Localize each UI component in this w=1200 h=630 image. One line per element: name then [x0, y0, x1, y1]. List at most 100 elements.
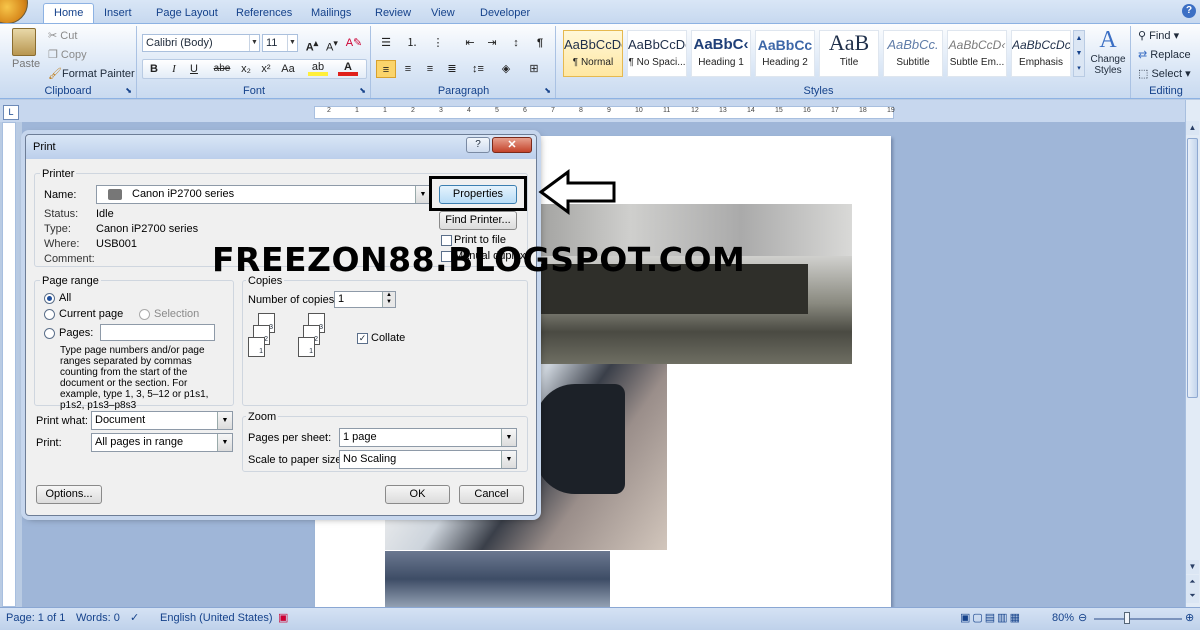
- superscript-button[interactable]: x²: [256, 60, 276, 78]
- zoom-slider-thumb[interactable]: [1124, 612, 1130, 624]
- scale-select[interactable]: No Scaling ▼: [339, 450, 517, 469]
- numbering-icon[interactable]: ⒈: [402, 34, 422, 52]
- horizontal-ruler[interactable]: 2 1 1 2 3 4 5 6 7 8 9 10 11 12 13 14 15 16 17 18 19: [314, 106, 895, 119]
- font-family-select[interactable]: Calibri (Body) ▼: [142, 34, 260, 52]
- bullets-icon[interactable]: ☰: [376, 34, 396, 52]
- pages-radio[interactable]: [44, 328, 55, 339]
- tab-review[interactable]: Review: [364, 3, 422, 24]
- highlight-icon[interactable]: ab: [308, 60, 328, 76]
- format-painter-button[interactable]: 🖌Format Painter: [48, 67, 135, 80]
- paste-icon[interactable]: [12, 28, 36, 56]
- ok-button[interactable]: OK: [385, 485, 450, 504]
- paste-button[interactable]: Paste: [12, 58, 40, 70]
- cut-button[interactable]: ✂ Cut: [48, 29, 77, 42]
- pages-per-sheet-select[interactable]: 1 page ▼: [339, 428, 517, 447]
- proofing-icon[interactable]: ✓: [130, 608, 139, 628]
- options-button[interactable]: Options...: [36, 485, 102, 504]
- collate-checkbox[interactable]: ✓: [357, 333, 368, 344]
- replace-button[interactable]: ⇄ Replace: [1138, 48, 1191, 61]
- font-color-icon[interactable]: A: [338, 60, 358, 76]
- style-emphasis[interactable]: AaBbCcDc Emphasis: [1011, 30, 1071, 77]
- cancel-button[interactable]: Cancel: [459, 485, 524, 504]
- justify-icon[interactable]: ≣: [442, 60, 462, 78]
- clear-formatting-icon[interactable]: A✎: [344, 34, 364, 52]
- find-printer-button[interactable]: Find Printer...: [439, 211, 517, 230]
- style-subtle-emphasis[interactable]: AaBbCcD‹ Subtle Em...: [947, 30, 1007, 77]
- show-marks-icon[interactable]: ¶: [530, 34, 550, 52]
- align-left-icon[interactable]: ≡: [376, 60, 396, 78]
- aerial-photo[interactable]: [385, 551, 610, 607]
- scroll-up-icon[interactable]: ▲: [1186, 121, 1199, 135]
- style-subtitle[interactable]: AaBbCc. Subtitle: [883, 30, 943, 77]
- dialog-launcher-icon[interactable]: ⬊: [359, 86, 366, 95]
- style-no-spacing[interactable]: AaBbCcDc ¶ No Spaci...: [627, 30, 687, 77]
- current-page-radio[interactable]: [44, 309, 55, 320]
- view-buttons-icon[interactable]: ▣▢▤▥▦: [960, 608, 1022, 628]
- zoom-out-icon[interactable]: ⊖: [1078, 608, 1087, 628]
- change-styles-button[interactable]: A Change Styles: [1087, 26, 1129, 76]
- styles-scroll[interactable]: ▲ ▼ ▾: [1073, 30, 1085, 77]
- scroll-down-icon[interactable]: ▼: [1186, 560, 1199, 574]
- tab-developer[interactable]: Developer: [469, 3, 541, 24]
- printer-name-select[interactable]: Canon iP2700 series ▼: [96, 185, 431, 204]
- sort-icon[interactable]: ↕: [506, 34, 526, 52]
- tab-home[interactable]: Home: [43, 3, 95, 24]
- word-count[interactable]: Words: 0: [76, 608, 120, 628]
- shading-icon[interactable]: ◈: [496, 60, 516, 78]
- style-heading-1[interactable]: AaBbC‹ Heading 1: [691, 30, 751, 77]
- strikethrough-button[interactable]: abe: [210, 60, 234, 78]
- font-size-select[interactable]: 11 ▼: [262, 34, 298, 52]
- selection-radio[interactable]: [139, 309, 150, 320]
- align-right-icon[interactable]: ≡: [420, 60, 440, 78]
- copies-input[interactable]: 1 ▲ ▼: [334, 291, 396, 308]
- dialog-launcher-icon[interactable]: ⬊: [125, 86, 132, 95]
- dialog-launcher-icon[interactable]: ⬊: [544, 86, 551, 95]
- all-pages-radio[interactable]: [44, 293, 55, 304]
- align-center-icon[interactable]: ≡: [398, 60, 418, 78]
- tab-stop-icon[interactable]: L: [3, 105, 19, 120]
- style-heading-2[interactable]: AaBbCc Heading 2: [755, 30, 815, 77]
- decrease-indent-icon[interactable]: ⇤: [460, 34, 480, 52]
- page-count[interactable]: Page: 1 of 1: [6, 608, 65, 628]
- next-page-icon[interactable]: ⏷: [1186, 589, 1199, 603]
- tab-view[interactable]: View: [420, 3, 466, 24]
- pages-input[interactable]: [100, 324, 215, 341]
- tab-references[interactable]: References: [225, 3, 303, 24]
- find-button[interactable]: ⚲ Find ▾: [1138, 29, 1179, 42]
- multilevel-list-icon[interactable]: ⋮: [428, 34, 448, 52]
- style-normal[interactable]: AaBbCcDc ¶ Normal: [563, 30, 623, 77]
- borders-icon[interactable]: ⊞: [524, 60, 544, 78]
- subscript-button[interactable]: x₂: [236, 60, 256, 78]
- zoom-in-icon[interactable]: ⊕: [1185, 608, 1194, 628]
- copy-button[interactable]: ❐ Copy: [48, 48, 87, 61]
- zoom-level[interactable]: 80%: [1052, 608, 1074, 628]
- tab-insert[interactable]: Insert: [93, 3, 143, 24]
- change-case-button[interactable]: Aa: [278, 60, 298, 78]
- bold-button[interactable]: B: [144, 60, 164, 78]
- italic-button[interactable]: I: [164, 60, 184, 78]
- tab-page-layout[interactable]: Page Layout: [145, 3, 229, 24]
- grow-font-icon[interactable]: A▴: [302, 34, 322, 54]
- select-button[interactable]: ⬚ Select ▾: [1138, 67, 1191, 80]
- increase-indent-icon[interactable]: ⇥: [482, 34, 502, 52]
- language[interactable]: English (United States): [160, 608, 273, 628]
- ruler-mark: 1: [383, 107, 387, 114]
- previous-page-icon[interactable]: ⏶: [1186, 575, 1199, 589]
- train-photo[interactable]: [520, 204, 852, 364]
- vertical-ruler[interactable]: [2, 122, 16, 607]
- help-icon[interactable]: ?: [1182, 4, 1196, 18]
- line-spacing-icon[interactable]: ↕≡: [468, 60, 488, 78]
- zoom-slider[interactable]: [1094, 618, 1182, 620]
- spinner-icon[interactable]: ▲ ▼: [382, 292, 395, 307]
- macro-icon[interactable]: ▣: [278, 608, 288, 628]
- print-select[interactable]: All pages in range ▼: [91, 433, 233, 452]
- scrollbar-thumb[interactable]: [1187, 138, 1198, 398]
- print-what-select[interactable]: Document ▼: [91, 411, 233, 430]
- office-button-icon[interactable]: [0, 0, 28, 24]
- close-icon[interactable]: ✕: [492, 137, 532, 153]
- style-title[interactable]: AaB Title: [819, 30, 879, 77]
- tab-mailings[interactable]: Mailings: [300, 3, 362, 24]
- help-button[interactable]: ?: [466, 137, 490, 153]
- underline-button[interactable]: U: [184, 60, 204, 78]
- shrink-font-icon[interactable]: A▾: [322, 34, 342, 54]
